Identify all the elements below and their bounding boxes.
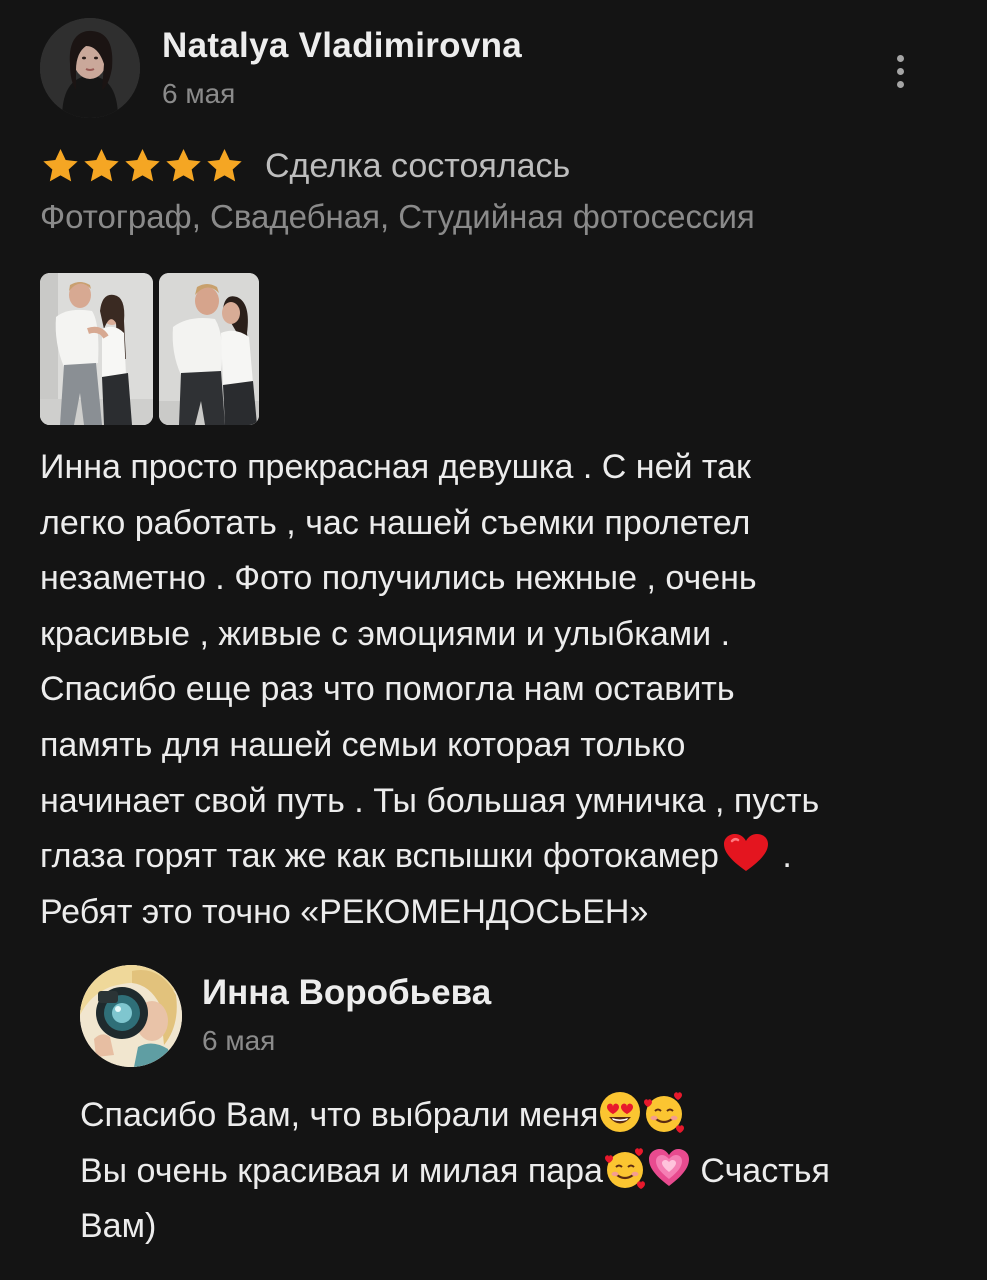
star-icon [125,149,160,182]
review-photos [40,273,259,425]
heart-eyes-emoji [600,1092,641,1132]
more-vertical-icon-dot [896,80,904,88]
reply-line-2-end: Счастья [690,1151,830,1190]
deal-status: Сделка состоялась [265,146,571,185]
red-heart-emoji [723,834,768,872]
star-rating [40,146,245,186]
review-header: Natalya Vladimirovna 6 мая [40,18,940,118]
star-icon [84,149,119,182]
service-tags: Фотограф, Свадебная, Студийная фотосесси… [40,198,755,235]
reply-line-3: Вам) [80,1207,157,1246]
author-avatar[interactable] [40,18,140,118]
reply-text: Спасибо Вам, что выбрали меня Вы очень к… [80,1088,950,1255]
reply-line-1-text: Спасибо Вам, что выбрали меня [80,1096,599,1134]
reply-line-2-text: Вы очень красивая и милая пара [80,1151,603,1190]
smiling-face-with-hearts-emoji [604,1147,645,1189]
reply-line-2: Вы очень красивая и милая пара Счастья [80,1144,950,1200]
review-photo-thumbnail[interactable] [159,273,259,425]
reply-author-name[interactable]: Инна Воробьева [202,973,491,1013]
review-screen: Natalya Vladimirovna 6 мая Сделка состоя… [0,0,987,1280]
smiling-face-with-hearts-emoji [644,1092,685,1133]
reply-line-1: Спасибо Вам, что выбрали меня [80,1088,950,1144]
reply-date: 6 мая [202,1025,276,1056]
review-text: Инна просто прекрасная девушка . С ней т… [40,440,945,940]
star-icon [207,149,242,182]
star-icon [166,149,201,182]
star-icon [43,149,78,182]
rating-row: Сделка состоялась [40,140,570,192]
review-text-main: Инна просто прекрасная девушка . С ней т… [40,448,820,876]
more-options-button[interactable] [880,46,920,96]
more-vertical-icon-dot [896,67,904,75]
review-author-name[interactable]: Natalya Vladimirovna [162,26,522,66]
review-date: 6 мая [162,78,236,109]
review-photo-thumbnail[interactable] [40,273,153,425]
sparkling-heart-emoji [648,1148,689,1186]
reply-author-avatar[interactable] [80,965,182,1067]
more-vertical-icon [896,54,904,62]
